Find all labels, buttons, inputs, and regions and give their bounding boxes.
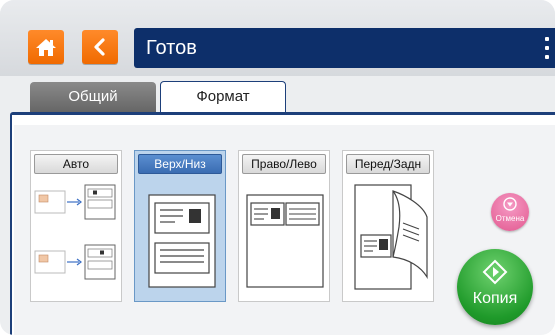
cancel-label: Отмена (495, 214, 525, 223)
option-top-bottom[interactable]: Верх/Низ (134, 150, 226, 302)
auto-layout-icon (34, 184, 116, 280)
copy-start-button[interactable]: Копия (457, 249, 533, 325)
copy-format-screen: Готов Общий Формат Авто Верх/Низ Право/Л… (0, 0, 555, 335)
option-auto[interactable]: Авто (30, 150, 122, 302)
chevron-left-icon (94, 38, 105, 56)
home-button[interactable] (28, 30, 64, 64)
home-icon (36, 39, 56, 56)
header-bar: Готов (0, 0, 555, 76)
cancel-button[interactable]: Отмена (491, 193, 529, 231)
option-top-bottom-label: Верх/Низ (138, 154, 222, 174)
status-title: Готов (146, 37, 197, 59)
option-auto-label: Авто (34, 154, 118, 174)
tab-format-label: Формат (196, 88, 250, 105)
start-diamond-icon (482, 259, 508, 285)
back-button[interactable] (82, 30, 118, 64)
front-back-layout-icon (354, 184, 428, 290)
option-front-back-label: Перед/Задн (346, 154, 430, 174)
copy-label: Копия (472, 290, 518, 307)
option-right-left-label: Право/Лево (242, 154, 326, 174)
option-front-back[interactable]: Перед/Задн (342, 150, 434, 302)
right-left-layout-icon (246, 194, 324, 288)
option-right-left[interactable]: Право/Лево (238, 150, 330, 302)
top-bottom-layout-icon (148, 194, 216, 288)
tab-format[interactable]: Формат (160, 81, 286, 113)
tab-general-label: Общий (68, 88, 118, 105)
stop-icon (503, 197, 517, 211)
status-title-bar: Готов (134, 28, 555, 68)
kebab-menu-icon[interactable] (545, 37, 549, 59)
tab-general[interactable]: Общий (30, 82, 156, 112)
